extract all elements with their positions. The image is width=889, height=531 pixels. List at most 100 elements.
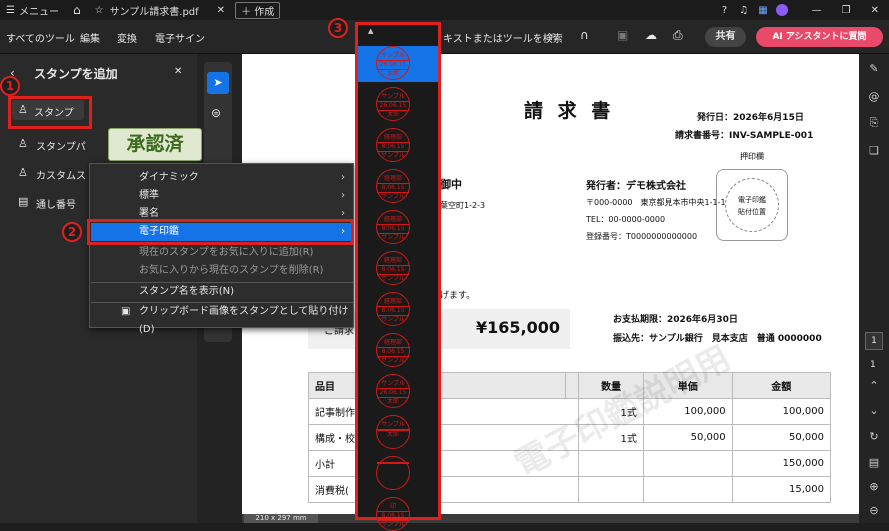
numbering-item[interactable]: 通し番号: [36, 196, 76, 211]
digital-seal-stamp[interactable]: サンプル 26.06.15 太郎: [376, 87, 410, 121]
seal-box: 電子印鑑 貼付位置: [716, 169, 788, 241]
digital-seal-stamp[interactable]: 経理部 8.06.15 サンプル: [376, 333, 410, 367]
stamp-text-mid: 8.06.15: [377, 142, 409, 152]
close-panel-icon[interactable]: ✕: [174, 66, 182, 77]
tab-convert[interactable]: 変換: [117, 30, 137, 45]
menu-item-dynamic[interactable]: ダイナミック ›: [91, 169, 353, 187]
stamp-text-bot: サンプル: [381, 234, 405, 241]
stamp-text-mid: 8.06.15: [377, 224, 409, 234]
zoom-in-icon[interactable]: ⊕: [866, 480, 882, 496]
col-blank: [565, 372, 580, 399]
page-number-input[interactable]: 1: [865, 332, 883, 350]
page-count: 1: [870, 360, 876, 370]
cell: 記事制作: [307, 398, 580, 425]
avatar[interactable]: [775, 4, 788, 16]
greeting: げます。: [440, 291, 476, 301]
save-icon[interactable]: ▣: [617, 28, 628, 42]
menu-item-add-favorite[interactable]: 現在のスタンプをお気に入りに追加(R): [91, 244, 353, 262]
cell: 15,000: [731, 476, 832, 503]
scroll-up-icon[interactable]: ▲: [368, 27, 373, 35]
menu-item-label: 現在のスタンプをお気に入りに追加(R): [139, 247, 314, 258]
new-tab-label: 作成: [254, 6, 275, 18]
chevron-down-icon[interactable]: ⌄: [866, 404, 882, 420]
page-size: 210 x 297 mm: [244, 514, 318, 523]
close-window-icon[interactable]: ✕: [871, 5, 879, 16]
digital-seal-stamp[interactable]: サンプル 26.06.15 太郎: [376, 374, 410, 408]
bookmark-icon[interactable]: ⎘: [866, 116, 882, 132]
digital-seal-stamp[interactable]: サンプル 太郎: [376, 415, 410, 449]
menu-item-show-names[interactable]: スタンプ名を表示(N): [91, 283, 353, 301]
menu-item-label: ダイナミック: [139, 172, 199, 183]
chevron-right-icon: ›: [341, 172, 345, 183]
search-field[interactable]: キストまたはツールを検索: [443, 30, 563, 45]
tab-all-tools[interactable]: すべてのツール: [6, 30, 75, 45]
tab-esign[interactable]: 電子サイン: [155, 30, 205, 45]
search-icon[interactable]: ⌕: [550, 28, 557, 43]
stamp-text-bot: 太郎: [386, 70, 399, 77]
close-tab-icon[interactable]: ✕: [217, 5, 225, 16]
stamp-text-mid: 8.06.15: [377, 265, 409, 275]
upload-icon[interactable]: ☁: [645, 28, 657, 42]
menu-item-label: お気に入りから現在のスタンプを削除(R): [139, 265, 324, 276]
digital-seal-stamp[interactable]: 経理部 8.06.15 サンプル: [376, 169, 410, 203]
stamp-text-bot: サンプル: [381, 357, 405, 364]
panel-title: スタンプを追加: [34, 67, 118, 81]
total-amount: ¥165,000: [476, 318, 561, 337]
stamp-palette-item[interactable]: スタンプパ: [36, 138, 86, 153]
print-icon[interactable]: ⎙: [673, 28, 683, 43]
stamp-text-bot: サンプル: [381, 275, 405, 282]
stamp-text-bot: 太郎: [386, 431, 399, 438]
document-tab[interactable]: サンプル請求書.pdf: [110, 3, 199, 18]
help-icon[interactable]: ?: [722, 5, 727, 16]
stamp-text-top: サンプル: [381, 380, 405, 387]
digital-seal-stamp[interactable]: 印 8.06.15 サンプル: [376, 497, 410, 531]
menu-item-standard[interactable]: 標準 ›: [91, 187, 353, 205]
digital-seal-stamp[interactable]: [376, 456, 410, 490]
menu-item-remove-favorite[interactable]: お気に入りから現在のスタンプを削除(R): [91, 262, 353, 280]
stamp-text-bot: サンプル: [381, 152, 405, 159]
stamp-text-mid: 26.06.15: [377, 60, 409, 70]
callout-3: 3: [328, 18, 348, 38]
apps-icon[interactable]: ▦: [758, 5, 767, 16]
stamp-text-top: 経理部: [383, 175, 402, 182]
edit-pdf-icon[interactable]: ✎: [866, 62, 882, 78]
cell: 100,000: [731, 398, 832, 425]
home-icon[interactable]: ⌂: [73, 3, 81, 17]
title-bar: ☰ メニュー ⌂ ☆ サンプル請求書.pdf ✕ ＋ 作成 ? ♫ ▦ — ❐ …: [0, 0, 889, 20]
star-icon[interactable]: ☆: [95, 5, 104, 16]
chevron-up-icon[interactable]: ⌃: [866, 379, 882, 395]
digital-seal-stamp[interactable]: 経理部 8.06.15 サンプル: [376, 292, 410, 326]
custom-stamp-item[interactable]: カスタムス: [36, 167, 86, 182]
ai-assistant-button[interactable]: AI アシスタントに質問: [756, 27, 883, 47]
digital-seal-stamp[interactable]: 経理部 8.06.15 サンプル: [376, 210, 410, 244]
share-button[interactable]: 共有: [705, 27, 746, 47]
minimize-icon[interactable]: —: [812, 5, 822, 16]
mention-icon[interactable]: @: [866, 90, 882, 106]
select-tool-icon[interactable]: ➤: [207, 72, 229, 94]
bell-icon[interactable]: ♫: [739, 5, 748, 16]
cell: [578, 450, 644, 477]
stamp-text-mid: 8.06.15: [377, 511, 409, 521]
cell: [642, 450, 733, 477]
seal-placeholder: 電子印鑑 貼付位置: [725, 178, 779, 232]
page-options-icon[interactable]: ▤: [866, 456, 882, 472]
digital-seal-stamp[interactable]: 経理部 8.06.15 サンプル: [376, 128, 410, 162]
stamp-text-top: 経理部: [383, 216, 402, 223]
headphones-icon[interactable]: ∩: [580, 28, 589, 42]
digital-seal-stamp[interactable]: 経理部 8.06.15 サンプル: [376, 251, 410, 285]
menu-button[interactable]: メニュー: [19, 3, 59, 18]
hamburger-icon[interactable]: ☰: [6, 5, 15, 16]
maximize-icon[interactable]: ❐: [842, 5, 851, 16]
stamp-text-mid: 26.06.15: [377, 388, 409, 398]
menu-item-paste-clipboard[interactable]: ▣ クリップボード画像をスタンプとして貼り付け(D): [91, 303, 353, 335]
callout-box-2: [87, 219, 354, 245]
numbering-icon: ▤: [18, 195, 29, 208]
zoom-out-icon[interactable]: ⊖: [866, 504, 882, 520]
tab-edit[interactable]: 編集: [80, 30, 100, 45]
comment-tool-icon[interactable]: ⊜: [211, 106, 221, 120]
copy-icon[interactable]: ❏: [866, 144, 882, 160]
new-tab-button[interactable]: ＋ 作成: [235, 1, 281, 19]
callout-2: 2: [62, 222, 82, 242]
rotate-icon[interactable]: ↻: [866, 430, 882, 446]
digital-seal-stamp[interactable]: サンプル 26.06.15 太郎: [376, 46, 410, 80]
